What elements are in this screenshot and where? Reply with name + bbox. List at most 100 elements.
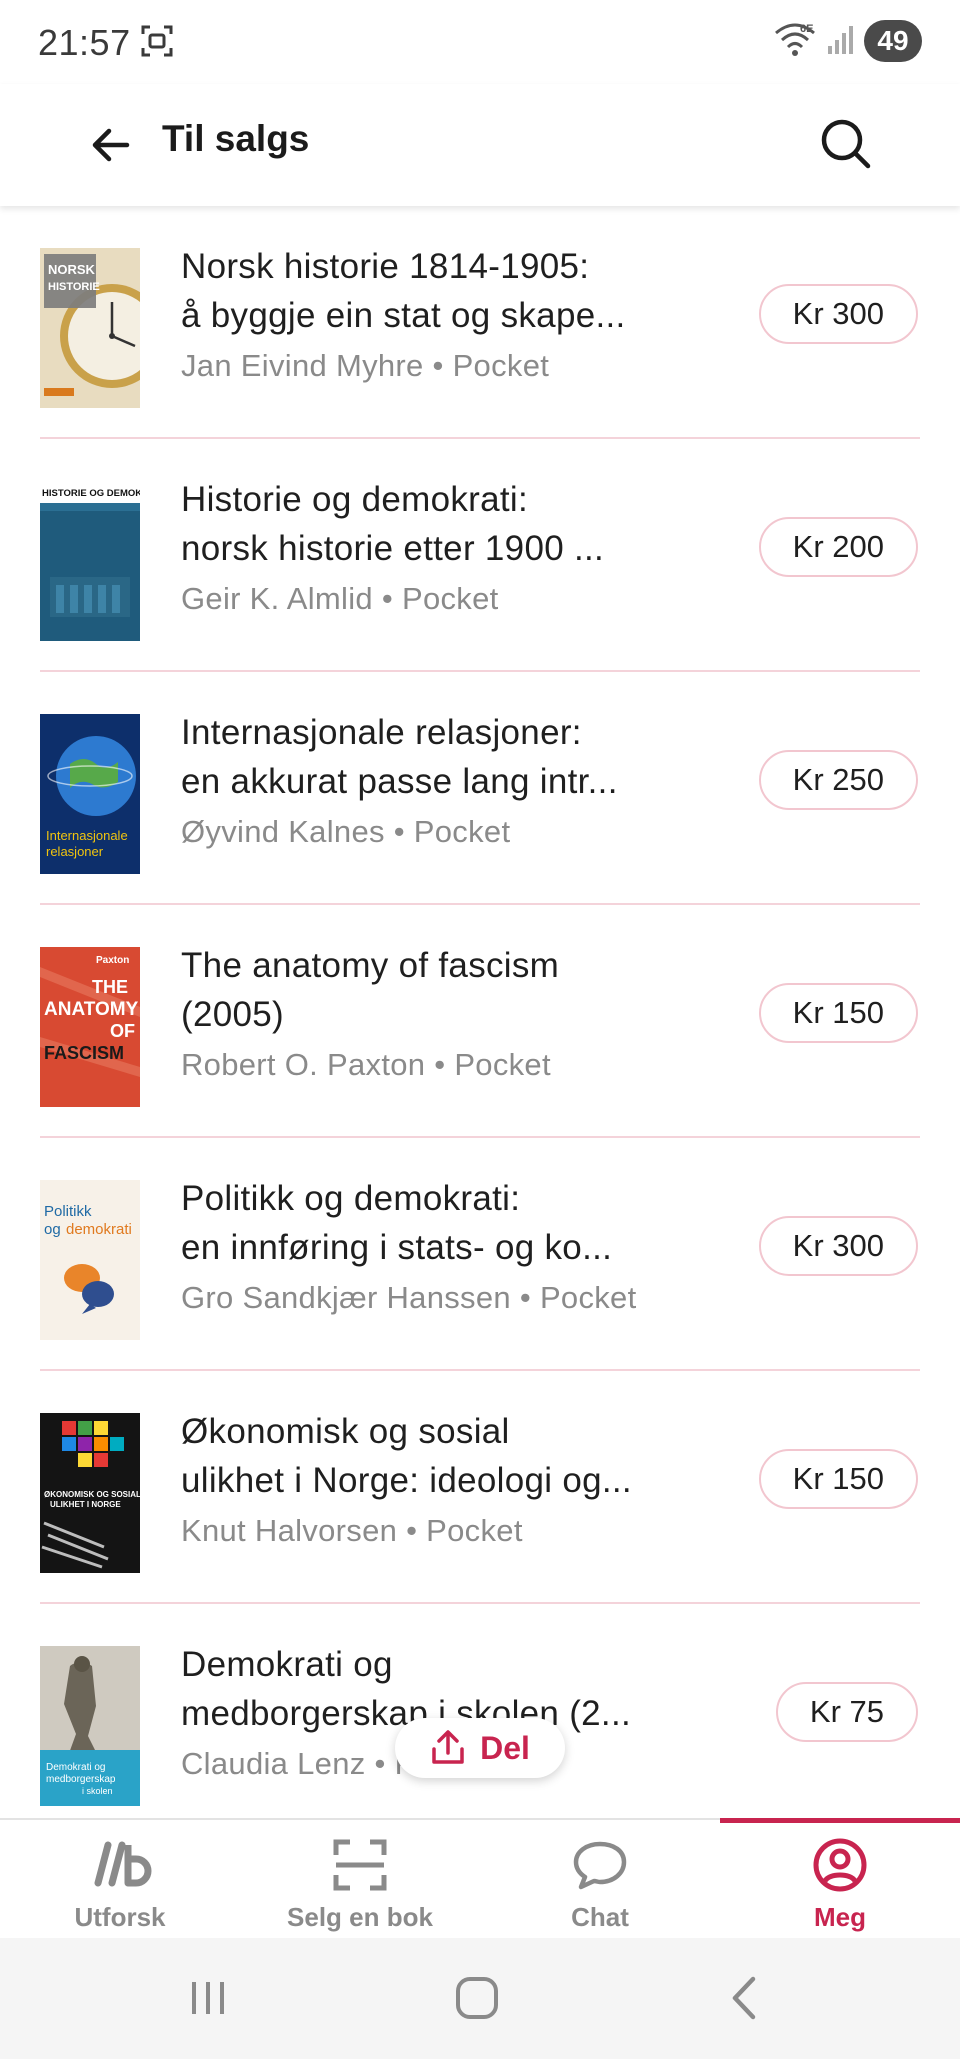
meta-separator: •	[393, 814, 405, 849]
recent-apps-button[interactable]	[163, 1968, 253, 2028]
scan-icon	[333, 1836, 387, 1894]
book-cover: Paxton THE ANATOMY OF FASCISM	[40, 947, 140, 1107]
screenshot-icon	[140, 24, 174, 58]
lb-logo-icon	[88, 1836, 152, 1894]
meta-separator: •	[374, 1746, 386, 1781]
list-item[interactable]: Politikk og demokrati Politikk og demokr…	[0, 1138, 960, 1371]
signal-icon	[826, 22, 856, 61]
book-cover: Politikk og demokrati	[40, 1180, 140, 1340]
nav-item-utforsk[interactable]: Utforsk	[0, 1820, 240, 1940]
book-meta: Robert O. Paxton • Pocket	[181, 1047, 551, 1083]
book-cover: HISTORIE OG DEMOKRATI	[40, 481, 140, 641]
search-button[interactable]	[808, 106, 884, 182]
book-meta: Knut Halvorsen • Pocket	[181, 1513, 523, 1549]
book-list: NORSK HISTORIE Norsk historie 1814-1905:…	[0, 206, 960, 1820]
svg-text:demokrati: demokrati	[66, 1221, 132, 1238]
arrow-left-icon	[92, 128, 130, 162]
status-icons: 6E 49	[772, 18, 922, 64]
list-item[interactable]: HISTORIE OG DEMOKRATI Historie og demokr…	[0, 439, 960, 672]
svg-text:ANATOMY: ANATOMY	[44, 999, 139, 1020]
screen: 21:57 6E 49 Til salgs NORSK HISTORIE Nor…	[0, 0, 960, 2059]
svg-text:Paxton: Paxton	[96, 955, 129, 966]
book-meta: Øyvind Kalnes • Pocket	[181, 814, 510, 850]
list-item[interactable]: ØKONOMISK OG SOSIAL ULIKHET I NORGE Økon…	[0, 1371, 960, 1604]
book-format: Pocket	[454, 1047, 551, 1082]
price-chip: Kr 300	[758, 1216, 918, 1276]
system-nav	[0, 1938, 960, 2059]
back-button[interactable]	[78, 112, 144, 178]
book-title: Internasjonale relasjoner: en akkurat pa…	[181, 713, 618, 801]
nav-item-chat[interactable]: Chat	[480, 1820, 720, 1940]
nav-label: Meg	[814, 1902, 866, 1932]
list-item[interactable]: Paxton THE ANATOMY OF FASCISM The anatom…	[0, 905, 960, 1138]
list-item[interactable]: NORSK HISTORIE Norsk historie 1814-1905:…	[0, 206, 960, 439]
bottom-nav: Utforsk Selg en bok Chat Meg	[0, 1818, 960, 1938]
price-chip: Kr 200	[758, 517, 918, 577]
book-cover: NORSK HISTORIE	[40, 248, 140, 408]
back-nav-button[interactable]	[700, 1968, 790, 2028]
svg-text:medborgerskap: medborgerskap	[46, 1774, 116, 1785]
list-item[interactable]: Demokrati og medborgerskap i skolen Demo…	[0, 1604, 960, 1820]
book-title: Politikk og demokrati: en innføring i st…	[181, 1179, 613, 1267]
nav-label: Chat	[571, 1902, 629, 1932]
meta-separator: •	[381, 581, 394, 616]
book-author: Gro Sandkjær Hanssen	[181, 1280, 511, 1315]
profile-icon	[812, 1836, 868, 1894]
book-cover: Internasjonale relasjoner	[40, 714, 140, 874]
meta-separator: •	[434, 1047, 446, 1082]
cover-title: NORSK	[48, 262, 96, 277]
svg-text:og: og	[44, 1221, 61, 1238]
svg-text:HISTORIE: HISTORIE	[48, 281, 100, 293]
book-format: Pocket	[426, 1513, 523, 1548]
book-meta: Geir K. Almlid • Pocket	[181, 581, 499, 617]
nav-item-meg[interactable]: Meg	[720, 1818, 960, 1940]
book-meta: Jan Eivind Myhre • Pocket	[181, 348, 549, 384]
price-chip: Kr 250	[758, 750, 918, 810]
price-chip: Kr 150	[758, 1449, 918, 1509]
home-icon	[456, 1977, 498, 2019]
meta-separator: •	[406, 1513, 418, 1548]
book-format: Pocket	[401, 581, 499, 616]
wifi-icon: 6E	[772, 19, 818, 64]
recent-apps-icon	[192, 1982, 224, 2014]
book-title: Norsk historie 1814-1905: å byggje ein s…	[181, 247, 626, 335]
price-chip: Kr 75	[775, 1682, 918, 1742]
cover-title: Internasjonale	[46, 828, 128, 843]
nav-item-selg-en-bok[interactable]: Selg en bok	[240, 1820, 480, 1940]
book-meta: Gro Sandkjær Hanssen • Pocket	[181, 1280, 637, 1316]
svg-text:ULIKHET I NORGE: ULIKHET I NORGE	[50, 1500, 121, 1509]
book-author: Knut Halvorsen	[181, 1513, 398, 1548]
svg-text:relasjoner: relasjoner	[46, 844, 104, 859]
page-title: Til salgs	[162, 118, 310, 159]
book-author: Øyvind Kalnes	[181, 814, 385, 849]
svg-text:i skolen: i skolen	[82, 1786, 113, 1796]
nav-label: Selg en bok	[287, 1902, 433, 1932]
home-button[interactable]	[432, 1968, 522, 2028]
list-item[interactable]: Internasjonale relasjoner Internasjonale…	[0, 672, 960, 905]
price-chip: Kr 150	[758, 983, 918, 1043]
cover-title: Demokrati og	[46, 1762, 105, 1773]
book-format: Pocket	[413, 814, 511, 849]
book-format: Pocket	[452, 348, 550, 383]
svg-text:FASCISM: FASCISM	[44, 1043, 124, 1063]
cover-title: ØKONOMISK OG SOSIAL	[44, 1490, 140, 1499]
status-time: 21:57	[38, 22, 131, 63]
book-title: Økonomisk og sosial ulikhet i Norge: ide…	[181, 1412, 632, 1500]
meta-separator: •	[432, 348, 444, 383]
app-bar: Til salgs	[0, 84, 960, 206]
book-author: Claudia Lenz	[181, 1746, 366, 1781]
share-button[interactable]: Del	[395, 1718, 565, 1778]
book-author: Jan Eivind Myhre	[181, 348, 424, 383]
cover-title: Politikk	[44, 1203, 92, 1220]
book-format: Pocket	[539, 1280, 637, 1315]
book-author: Geir K. Almlid	[181, 581, 373, 616]
chevron-left-icon	[732, 1976, 756, 2020]
chat-bubble-icon	[572, 1836, 628, 1894]
book-author: Robert O. Paxton	[181, 1047, 435, 1082]
nav-label: Utforsk	[74, 1902, 166, 1932]
status-bar: 21:57 6E 49	[0, 0, 960, 84]
share-icon	[432, 1730, 464, 1764]
book-cover: Demokrati og medborgerskap i skolen	[40, 1646, 140, 1806]
book-title: Historie og demokrati: norsk historie et…	[181, 480, 605, 568]
book-cover: ØKONOMISK OG SOSIAL ULIKHET I NORGE	[40, 1413, 140, 1573]
